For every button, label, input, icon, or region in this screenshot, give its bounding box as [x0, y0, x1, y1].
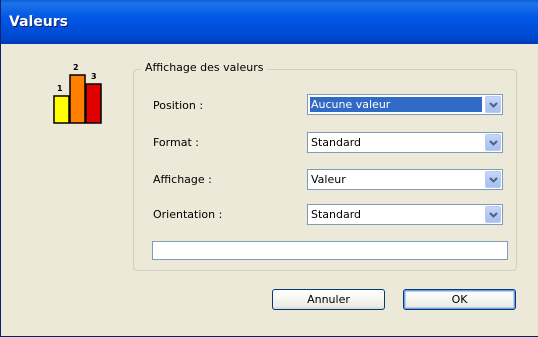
position-value: Aucune valeur	[310, 97, 482, 112]
affichage-dropdown-button[interactable]	[485, 171, 501, 188]
position-dropdown-button[interactable]	[485, 96, 501, 113]
format-select[interactable]: Standard	[307, 132, 503, 153]
orientation-label: Orientation :	[153, 208, 223, 221]
format-value: Standard	[311, 136, 362, 149]
title-bar[interactable]: Valeurs	[1, 0, 538, 44]
position-select[interactable]: Aucune valeur	[307, 94, 503, 115]
orientation-value: Standard	[311, 208, 362, 221]
values-dialog: Valeurs 1 2 3 Affichage des valeurs Posi…	[0, 0, 538, 337]
chevron-down-icon	[489, 140, 498, 146]
position-label: Position :	[153, 99, 204, 112]
affichage-value: Valeur	[311, 173, 346, 186]
logo-label-1: 1	[57, 84, 63, 93]
ok-button[interactable]: OK	[403, 289, 516, 310]
orientation-select[interactable]: Standard	[307, 204, 503, 225]
preview-textbox[interactable]	[152, 241, 508, 260]
cancel-button[interactable]: Annuler	[272, 289, 385, 310]
format-dropdown-button[interactable]	[485, 134, 501, 151]
bar-chart-values-icon: 1 2 3	[51, 63, 107, 125]
chevron-down-icon	[489, 102, 498, 108]
chevron-down-icon	[489, 212, 498, 218]
logo-label-3: 3	[91, 72, 97, 81]
logo-label-2: 2	[73, 63, 79, 72]
format-label: Format :	[153, 136, 199, 149]
chevron-down-icon	[489, 177, 498, 183]
affichage-label: Affichage :	[153, 173, 212, 186]
affichage-select[interactable]: Valeur	[307, 169, 503, 190]
logo-bar-1	[53, 95, 70, 124]
logo-bar-3	[85, 83, 102, 124]
window-title: Valeurs	[9, 14, 69, 30]
groupbox-legend: Affichage des valeurs	[141, 61, 268, 74]
orientation-dropdown-button[interactable]	[485, 206, 501, 223]
logo-bar-2	[69, 74, 86, 124]
